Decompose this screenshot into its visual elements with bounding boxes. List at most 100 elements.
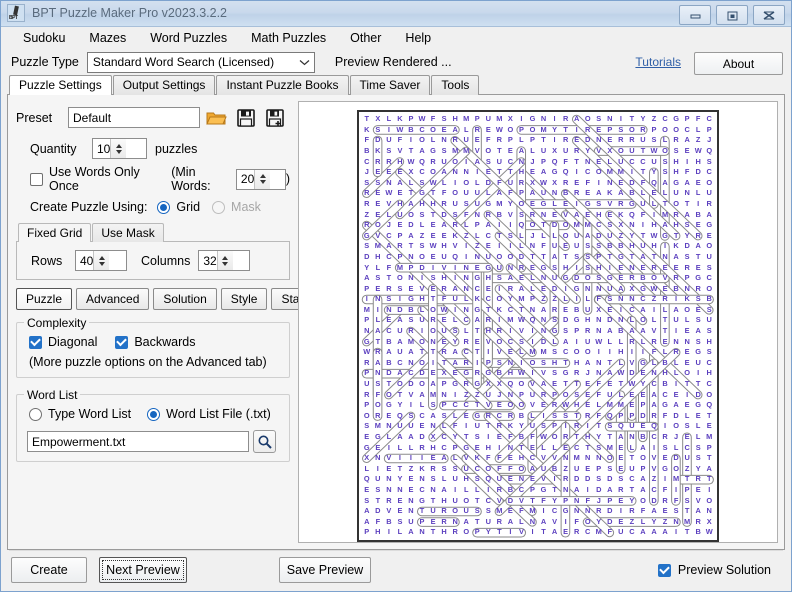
menu-item-mazes[interactable]: Mazes (77, 27, 138, 49)
grid-cell: I (615, 305, 626, 316)
complexity-note: (More puzzle options on the Advanced tab… (25, 355, 281, 369)
grid-cell: F (428, 114, 439, 125)
grid-cell: I (450, 273, 461, 284)
grid-cell: M (372, 421, 383, 432)
diagonal-checkbox[interactable] (29, 336, 42, 349)
save-as-icon[interactable] (262, 105, 287, 130)
grid-cell: N (461, 305, 472, 316)
create-button[interactable]: Create (11, 557, 87, 583)
grid-cell: N (439, 135, 450, 146)
word-list-file-input[interactable]: Empowerment.txt (27, 431, 249, 452)
close-icon[interactable] (753, 5, 785, 25)
radio-mask[interactable] (212, 201, 225, 214)
grid-cell: O (505, 400, 516, 411)
tab-time-saver[interactable]: Time Saver (350, 75, 431, 95)
grid-cell: W (593, 337, 604, 348)
grid-cell: I (660, 241, 671, 252)
maximize-icon[interactable] (716, 5, 748, 25)
grid-cell: J (361, 167, 372, 178)
grid-cell: I (405, 135, 416, 146)
grid-cell: L (405, 443, 416, 454)
menu-item-sudoku[interactable]: Sudoku (11, 27, 77, 49)
grid-cell: A (560, 337, 571, 348)
grid-cell: C (461, 400, 472, 411)
save-preview-button[interactable]: Save Preview (279, 557, 371, 583)
subtab-fixed-grid[interactable]: Fixed Grid (18, 223, 91, 242)
radio-word-list-file[interactable] (147, 408, 160, 421)
grid-cell: T (560, 252, 571, 263)
section-tab-style[interactable]: Style (221, 288, 268, 310)
rows-arrows[interactable] (93, 251, 109, 270)
preview-solution-checkbox[interactable] (658, 564, 671, 577)
folder-open-icon[interactable] (204, 105, 229, 130)
section-tab-puzzle[interactable]: Puzzle (16, 288, 72, 310)
grid-cell: I (516, 114, 527, 125)
menu-item-other[interactable]: Other (338, 27, 393, 49)
section-tab-advanced[interactable]: Advanced (76, 288, 149, 310)
grid-cell: F (505, 432, 516, 443)
about-button[interactable]: About (694, 52, 783, 75)
grid-cell: S (549, 411, 560, 422)
next-preview-button[interactable]: Next Preview (99, 557, 187, 583)
columns-arrows[interactable] (217, 251, 233, 270)
grid-cell: O (527, 220, 538, 231)
grid-cell: I (527, 326, 538, 337)
grid-cell: I (450, 263, 461, 274)
minimize-icon[interactable] (679, 5, 711, 25)
columns-stepper[interactable]: 32 (198, 250, 250, 271)
backwards-checkbox[interactable] (115, 336, 128, 349)
min-words-stepper[interactable]: 20 (236, 169, 286, 190)
preview-canvas[interactable]: TXLKPWFSHMPUMXIGNIRAOSNITYZCGPFCKSIWBCOE… (298, 101, 778, 543)
save-icon[interactable] (233, 105, 258, 130)
search-browse-icon[interactable] (253, 430, 276, 453)
puzzle-type-select[interactable]: Standard Word Search (Licensed) (87, 52, 315, 73)
grid-cell: B (660, 379, 671, 390)
grid-cell: G (450, 379, 461, 390)
grid-cell: P (682, 485, 693, 496)
grid-cell: E (571, 178, 582, 189)
section-tab-solution[interactable]: Solution (153, 288, 216, 310)
tutorials-link[interactable]: Tutorials (635, 55, 681, 69)
tab-instant-puzzle-books[interactable]: Instant Puzzle Books (216, 75, 348, 95)
use-words-only-once-checkbox[interactable] (30, 173, 43, 186)
grid-cell: A (483, 220, 494, 231)
grid-cell: B (383, 358, 394, 369)
grid-cell: F (593, 390, 604, 401)
grid-cell: C (505, 305, 516, 316)
tab-puzzle-settings[interactable]: Puzzle Settings (9, 75, 112, 95)
grid-cell: O (494, 294, 505, 305)
quantity-stepper[interactable]: 10 (92, 138, 147, 159)
menu-item-word-puzzles[interactable]: Word Puzzles (138, 27, 239, 49)
tab-tools[interactable]: Tools (431, 75, 479, 95)
grid-cell: T (615, 379, 626, 390)
grid-cell: W (361, 347, 372, 358)
grid-cell: L (461, 485, 472, 496)
grid-cell: N (582, 506, 593, 517)
grid-cell: R (494, 326, 505, 337)
grid-cell: T (538, 252, 549, 263)
grid-cell: G (582, 199, 593, 210)
grid-cell: N (593, 453, 604, 464)
grid-cell: L (527, 273, 538, 284)
tab-output-settings[interactable]: Output Settings (113, 75, 216, 95)
preset-input[interactable]: Default (68, 107, 200, 128)
grid-cell: G (560, 273, 571, 284)
grid-cell: D (405, 220, 416, 231)
grid-cell: T (637, 167, 648, 178)
grid-cell: S (416, 178, 427, 189)
radio-grid[interactable] (157, 201, 170, 214)
menu-item-help[interactable]: Help (393, 27, 443, 49)
rows-stepper[interactable]: 40 (75, 250, 127, 271)
min-words-value: 20 (237, 170, 254, 189)
grid-cell: T (461, 432, 472, 443)
grid-cell: N (505, 263, 516, 274)
radio-type-word-list[interactable] (29, 408, 42, 421)
menu-item-math-puzzles[interactable]: Math Puzzles (239, 27, 338, 49)
quantity-arrows[interactable] (110, 139, 126, 158)
grid-cell: N (593, 368, 604, 379)
grid-cell: U (549, 273, 560, 284)
subtab-use-mask[interactable]: Use Mask (92, 223, 163, 242)
min-words-arrows[interactable] (254, 170, 270, 189)
grid-cell: F (693, 114, 704, 125)
grid-cell: T (372, 496, 383, 507)
